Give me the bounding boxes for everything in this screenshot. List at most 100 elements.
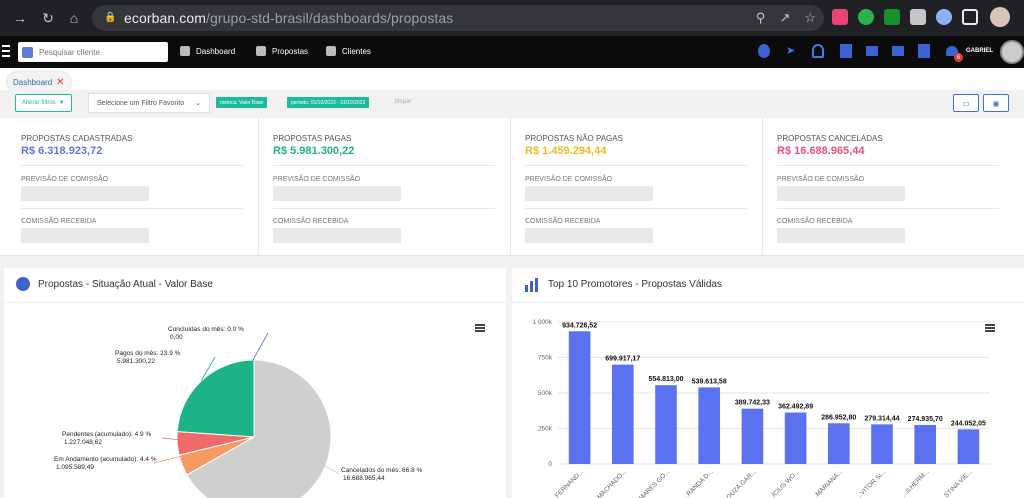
pie-slice-value: 0,00 xyxy=(170,334,183,341)
card-title: PROPOSTAS CADASTRADAS xyxy=(21,134,133,143)
lock-icon: 🔒 xyxy=(104,12,117,23)
card-amount: R$ 16.688.965,44 xyxy=(777,145,865,157)
bar-value-label: 699.917,17 xyxy=(605,356,640,363)
pie-panel: Propostas - Situação Atual - Valor Base … xyxy=(4,268,506,498)
bar xyxy=(568,331,591,464)
extension-chat-icon[interactable] xyxy=(884,9,900,25)
star-icon[interactable]: ☆ xyxy=(804,10,816,26)
bar xyxy=(612,364,634,464)
forecast-placeholder xyxy=(273,186,401,201)
home-icon[interactable]: ⌂ xyxy=(66,10,82,26)
y-tick-label: 1 000k xyxy=(532,319,552,326)
pie-chart: Concluídas do mês: 0.0 %0,00 Pagos do mês… xyxy=(54,326,423,498)
bar xyxy=(784,412,807,464)
url-text: ecorban.com/grupo-std-brasil/dashboards/… xyxy=(124,10,454,26)
headset-icon[interactable] xyxy=(812,44,824,58)
received-placeholder xyxy=(525,228,653,243)
x-tick-label: ...VITOR SI... xyxy=(855,468,887,498)
search-field[interactable] xyxy=(18,42,168,62)
share-icon[interactable]: ↗ xyxy=(779,10,790,26)
bar xyxy=(698,387,720,464)
back-icon[interactable]: → xyxy=(12,10,28,26)
people-icon xyxy=(326,46,336,56)
cloud-icon[interactable] xyxy=(758,44,770,58)
y-tick-label: 250k xyxy=(538,426,553,433)
calculator-icon[interactable] xyxy=(840,44,852,58)
extension-icon[interactable] xyxy=(832,9,848,25)
card-cancelled: PROPOSTAS CANCELADAS R$ 16.688.965,44 PR… xyxy=(756,118,1024,256)
period-chip[interactable]: período: 01/10/2023 - 31/10/2023 xyxy=(287,97,370,108)
search-input[interactable] xyxy=(39,47,159,57)
document-icon xyxy=(256,46,266,56)
card-amount: R$ 1.459.294,44 xyxy=(525,145,607,157)
visibility-button[interactable]: ◉ xyxy=(983,94,1009,112)
received-placeholder xyxy=(273,228,401,243)
divider xyxy=(777,165,999,166)
x-tick-label: ...ÍCIUS WO... xyxy=(766,467,802,498)
nav-propostas[interactable]: Propostas xyxy=(256,46,308,56)
puzzle-icon[interactable] xyxy=(910,9,926,25)
x-tick-label: ...ILHERM... xyxy=(901,468,931,498)
address-bar[interactable]: 🔒 ecorban.com/grupo-std-brasil/dashboard… xyxy=(92,5,824,31)
bar-value-label: 934.726,52 xyxy=(562,322,597,329)
favorite-filter-select[interactable]: Selecione um Filtro Favorito ⌄ xyxy=(88,93,210,113)
calendar-icon[interactable] xyxy=(918,44,930,58)
bar xyxy=(914,424,936,464)
panel-title: Top 10 Promotores - Propostas Válidas xyxy=(548,279,722,290)
card-title: PROPOSTAS NÃO PAGAS xyxy=(525,134,623,143)
monitor-view-button[interactable]: ▭ xyxy=(953,94,979,112)
bar xyxy=(828,423,850,464)
pie-slice-label: Em Andamento (acumulado): 4.4 % xyxy=(54,456,157,463)
profile-avatar[interactable] xyxy=(990,7,1010,27)
filter-icon: ▼ xyxy=(58,100,65,106)
sidepanel-icon[interactable] xyxy=(962,9,978,25)
send-icon[interactable]: ➤ xyxy=(786,44,798,58)
pie-label-connector xyxy=(252,332,269,361)
card-registered: PROPOSTAS CADASTRADAS R$ 6.318.923,72 PR… xyxy=(0,118,259,256)
bar-chart-icon xyxy=(524,276,540,292)
dashboard-icon xyxy=(180,46,190,56)
divider xyxy=(21,165,243,166)
divider xyxy=(512,302,1024,303)
x-tick-label: ...RANDA D... xyxy=(682,468,715,498)
card-paid: PROPOSTAS PAGAS R$ 5.981.300,22 PREVISÃO… xyxy=(252,118,511,256)
search-icon[interactable]: ⚲ xyxy=(756,10,766,26)
bar xyxy=(655,385,677,464)
user-name[interactable]: GABRIEL xyxy=(966,48,993,54)
reload-icon[interactable]: ↻ xyxy=(40,10,56,26)
sync-icon[interactable] xyxy=(936,9,952,25)
card-amount: R$ 5.981.300,22 xyxy=(273,145,355,157)
card-amount: R$ 6.318.923,72 xyxy=(21,145,103,157)
nav-dashboard[interactable]: Dashboard xyxy=(180,46,235,56)
alter-filters-button[interactable]: Alterar filtros ▼ xyxy=(15,94,72,112)
divider xyxy=(21,208,243,209)
summary-cards: PROPOSTAS CADASTRADAS R$ 6.318.923,72 PR… xyxy=(0,118,1024,256)
pie-slice-label: Cancelados do mês: 66.8 % xyxy=(341,467,423,474)
bar-value-label: 274.935,70 xyxy=(908,416,943,423)
received-placeholder xyxy=(21,228,149,243)
x-tick-label: ...FERNAND... xyxy=(550,468,585,498)
x-tick-label: ...MARIANA... xyxy=(811,468,845,498)
y-tick-label: 500k xyxy=(538,390,553,397)
extension-plus-icon[interactable] xyxy=(858,9,874,25)
user-icon xyxy=(22,46,33,58)
metric-chip[interactable]: métrica: Valor Base xyxy=(216,97,268,108)
chat-icon[interactable] xyxy=(866,46,878,56)
nav-clientes[interactable]: Clientes xyxy=(326,46,371,56)
clear-filters-link[interactable]: limpar xyxy=(395,99,411,105)
bar-value-label: 554.813,00 xyxy=(648,376,683,383)
user-avatar[interactable] xyxy=(1000,40,1024,64)
mail-icon[interactable] xyxy=(892,46,904,56)
received-label: COMISSÃO RECEBIDA xyxy=(273,218,349,225)
filter-bar: Alterar filtros ▼ Selecione um Filtro Fa… xyxy=(0,90,1024,116)
x-tick-label: ...STINA VIE... xyxy=(939,468,974,498)
forecast-placeholder xyxy=(777,186,905,201)
close-icon[interactable]: ✕ xyxy=(56,77,64,88)
tab-dashboard[interactable]: Dashboard ✕ xyxy=(7,72,71,92)
bar-value-label: 244.052,05 xyxy=(951,420,986,427)
bar xyxy=(741,408,764,464)
card-title: PROPOSTAS PAGAS xyxy=(273,134,352,143)
menu-icon[interactable] xyxy=(2,45,10,60)
pie-slice-label: Pendentes (acumulado): 4.9 % xyxy=(62,431,151,438)
divider xyxy=(525,208,747,209)
